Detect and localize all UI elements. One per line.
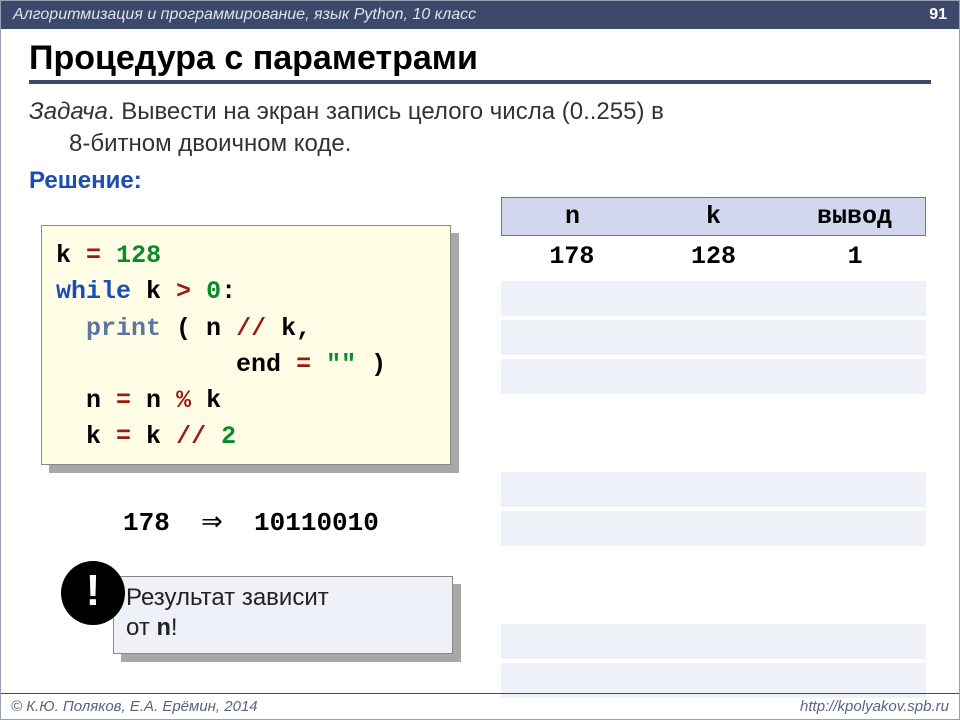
c: end: [236, 350, 281, 379]
c: "": [326, 350, 356, 379]
solution-label: Решение:: [29, 167, 931, 195]
c: %: [176, 386, 191, 415]
c: k: [131, 277, 161, 306]
trace-blank-group: [501, 281, 926, 394]
c: 2: [221, 422, 236, 451]
c: 0: [206, 277, 221, 306]
code-block: k = 128 while k > 0: print ( n // k, end…: [41, 225, 451, 465]
trace-blank: [501, 511, 926, 546]
task-line1: . Вывести на экран запись целого числа (…: [108, 98, 664, 125]
trace-blank: [501, 359, 926, 394]
c: n: [131, 386, 161, 415]
code-face: k = 128 while k > 0: print ( n // k, end…: [41, 225, 451, 465]
c: //: [176, 422, 206, 451]
c: ): [356, 350, 386, 379]
footer-left: © К.Ю. Поляков, Е.А. Ерёмин, 2014: [11, 698, 258, 715]
example-n: 178: [123, 508, 170, 538]
c: ( n: [161, 314, 221, 343]
th-n: n: [502, 198, 643, 235]
arrow-icon: ⇒: [201, 506, 223, 536]
c: k: [191, 386, 221, 415]
th-out: вывод: [784, 198, 925, 235]
trace-blank: [501, 472, 926, 507]
c: k: [131, 422, 161, 451]
trace-table: n k вывод 178 128 1: [501, 197, 926, 702]
trace-blank-group: [501, 624, 926, 698]
footer-bar: © К.Ю. Поляков, Е.А. Ерёмин, 2014 http:/…: [1, 693, 959, 719]
trace-blank: [501, 624, 926, 659]
c: while: [56, 277, 131, 306]
task-line2: 8-битном двоичном коде.: [29, 128, 931, 160]
c: >: [176, 277, 191, 306]
c: =: [86, 241, 101, 270]
c: n: [56, 386, 101, 415]
warning-badge: !: [61, 561, 125, 625]
c: print: [86, 314, 161, 343]
th-k: k: [643, 198, 784, 235]
page-title: Процедура с параметрами: [29, 39, 931, 84]
breadcrumb: Алгоритмизация и программирование, язык …: [13, 1, 476, 29]
td-k: 128: [643, 236, 785, 277]
trace-header: n k вывод: [501, 197, 926, 236]
task-lead: Задача: [29, 98, 108, 125]
slide: Алгоритмизация и программирование, язык …: [0, 0, 960, 720]
content: Процедура с параметрами Задача. Вывести …: [1, 29, 959, 195]
c: =: [116, 386, 131, 415]
td-out: 1: [784, 236, 926, 277]
trace-blank-group: [501, 472, 926, 546]
note-block: Результат зависит от n!: [113, 576, 453, 654]
note-face: Результат зависит от n!: [113, 576, 453, 654]
c: :: [221, 277, 236, 306]
note-var: n: [156, 616, 170, 643]
task-text: Задача. Вывести на экран запись целого ч…: [29, 96, 931, 161]
c: =: [116, 422, 131, 451]
footer-right: http://kpolyakov.spb.ru: [800, 698, 949, 715]
trace-blank: [501, 281, 926, 316]
c: //: [236, 314, 266, 343]
c: =: [296, 350, 311, 379]
c: k: [56, 241, 71, 270]
example-conversion: 178 ⇒ 10110010: [123, 506, 379, 538]
header-bar: Алгоритмизация и программирование, язык …: [1, 1, 959, 29]
note-l2: от: [126, 614, 156, 641]
c: k: [56, 422, 101, 451]
trace-blank: [501, 320, 926, 355]
example-bin: 10110010: [254, 508, 379, 538]
c: k,: [266, 314, 311, 343]
page-number: 91: [929, 1, 947, 29]
c: 128: [116, 241, 161, 270]
td-n: 178: [501, 236, 643, 277]
note-l1: Результат зависит: [126, 584, 329, 611]
note-bang: !: [171, 614, 178, 641]
trace-row: 178 128 1: [501, 236, 926, 277]
